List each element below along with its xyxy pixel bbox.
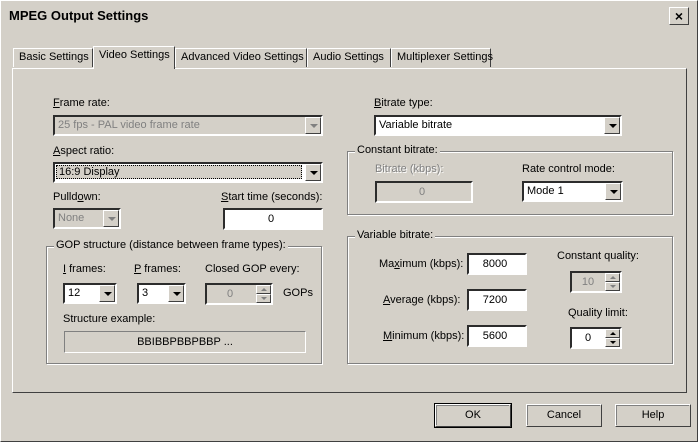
constant-quality-stepper[interactable]: 10 [570, 271, 622, 293]
maximum-label: Maximum (kbps): [379, 258, 464, 270]
bitrate-type-select[interactable]: Variable bitrate [374, 115, 622, 136]
help-button[interactable]: Help [615, 404, 691, 427]
start-time-label: Start time (seconds): [221, 191, 323, 203]
constant-bitrate-title: Constant bitrate: [355, 144, 440, 156]
bitrate-type-label: Bitrate type: [374, 97, 433, 109]
title-bar: MPEG Output Settings × [3, 3, 695, 29]
maximum-bitrate-input[interactable]: 8000 [467, 253, 527, 275]
start-time-input[interactable]: 0 [223, 208, 323, 230]
gops-suffix-label: GOPs [283, 287, 313, 299]
window-title: MPEG Output Settings [9, 8, 149, 23]
cancel-button[interactable]: Cancel [526, 404, 602, 427]
close-button[interactable]: × [669, 7, 689, 25]
close-icon: × [674, 8, 684, 24]
tab-audio-settings[interactable]: Audio Settings [307, 48, 391, 67]
spin-up-icon[interactable] [605, 273, 620, 282]
gop-structure-title: GOP structure (distance between frame ty… [54, 239, 288, 251]
chevron-down-icon [103, 210, 119, 227]
spin-down-icon[interactable] [256, 294, 271, 303]
chevron-down-icon [604, 117, 620, 134]
chevron-down-icon [305, 117, 321, 134]
ok-button[interactable]: OK [434, 403, 512, 428]
constant-bitrate-label: Bitrate (kbps): [375, 163, 444, 175]
constant-quality-label: Constant quality: [557, 250, 639, 262]
quality-limit-label: Quality limit: [568, 307, 628, 319]
variable-bitrate-group: Variable bitrate: Maximum (kbps): 8000 A… [347, 229, 673, 364]
average-bitrate-input[interactable]: 7200 [467, 289, 527, 311]
structure-example-value: BBIBBPBBPBBP ... [64, 331, 306, 353]
minimum-bitrate-input[interactable]: 5600 [467, 325, 527, 347]
closed-gop-label: Closed GOP every: [205, 263, 300, 275]
frame-rate-label: Frame rate: [53, 97, 110, 109]
structure-example-label: Structure example: [63, 313, 156, 325]
aspect-ratio-select[interactable]: 16:9 Display [53, 162, 323, 183]
pulldown-label: Pulldown: [53, 191, 101, 203]
spin-up-icon[interactable] [256, 285, 271, 294]
spin-down-icon[interactable] [605, 282, 620, 291]
constant-bitrate-group: Constant bitrate: Bitrate (kbps): 0 Rate… [347, 144, 673, 215]
closed-gop-stepper[interactable]: 0 [205, 283, 273, 305]
variable-bitrate-title: Variable bitrate: [355, 229, 436, 241]
p-frames-label: P frames: [134, 263, 181, 275]
minimum-label: Minimum (kbps): [383, 330, 465, 342]
rate-control-mode-label: Rate control mode: [522, 163, 615, 175]
frame-rate-select[interactable]: 25 fps - PAL video frame rate [53, 115, 323, 136]
spin-up-icon[interactable] [605, 329, 620, 338]
chevron-down-icon [305, 164, 321, 181]
tab-multiplexer-settings[interactable]: Multiplexer Settings [391, 48, 493, 67]
rate-control-mode-select[interactable]: Mode 1 [522, 181, 623, 202]
chevron-down-icon [605, 183, 621, 200]
chevron-down-icon [168, 285, 184, 302]
i-frames-label: I frames: [63, 263, 106, 275]
constant-bitrate-input[interactable]: 0 [375, 181, 473, 203]
spin-buttons[interactable] [256, 285, 271, 303]
spin-buttons[interactable] [605, 273, 620, 291]
chevron-down-icon [99, 285, 115, 302]
spin-down-icon[interactable] [605, 338, 620, 347]
dialog-window: MPEG Output Settings × Basic Settings Vi… [0, 0, 698, 442]
gop-structure-group: GOP structure (distance between frame ty… [46, 239, 322, 364]
tab-basic-settings[interactable]: Basic Settings [13, 48, 93, 67]
tab-advanced-video-settings[interactable]: Advanced Video Settings [175, 48, 307, 67]
aspect-ratio-label: Aspect ratio: [53, 145, 115, 157]
spin-buttons[interactable] [605, 329, 620, 347]
quality-limit-stepper[interactable]: 0 [570, 327, 622, 349]
tab-video-settings[interactable]: Video Settings [93, 46, 175, 69]
pulldown-select[interactable]: None [53, 208, 121, 229]
video-settings-panel: Frame rate: 25 fps - PAL video frame rat… [12, 68, 687, 393]
p-frames-select[interactable]: 3 [137, 283, 186, 304]
i-frames-select[interactable]: 12 [63, 283, 117, 304]
average-label: Average (kbps): [383, 294, 461, 306]
